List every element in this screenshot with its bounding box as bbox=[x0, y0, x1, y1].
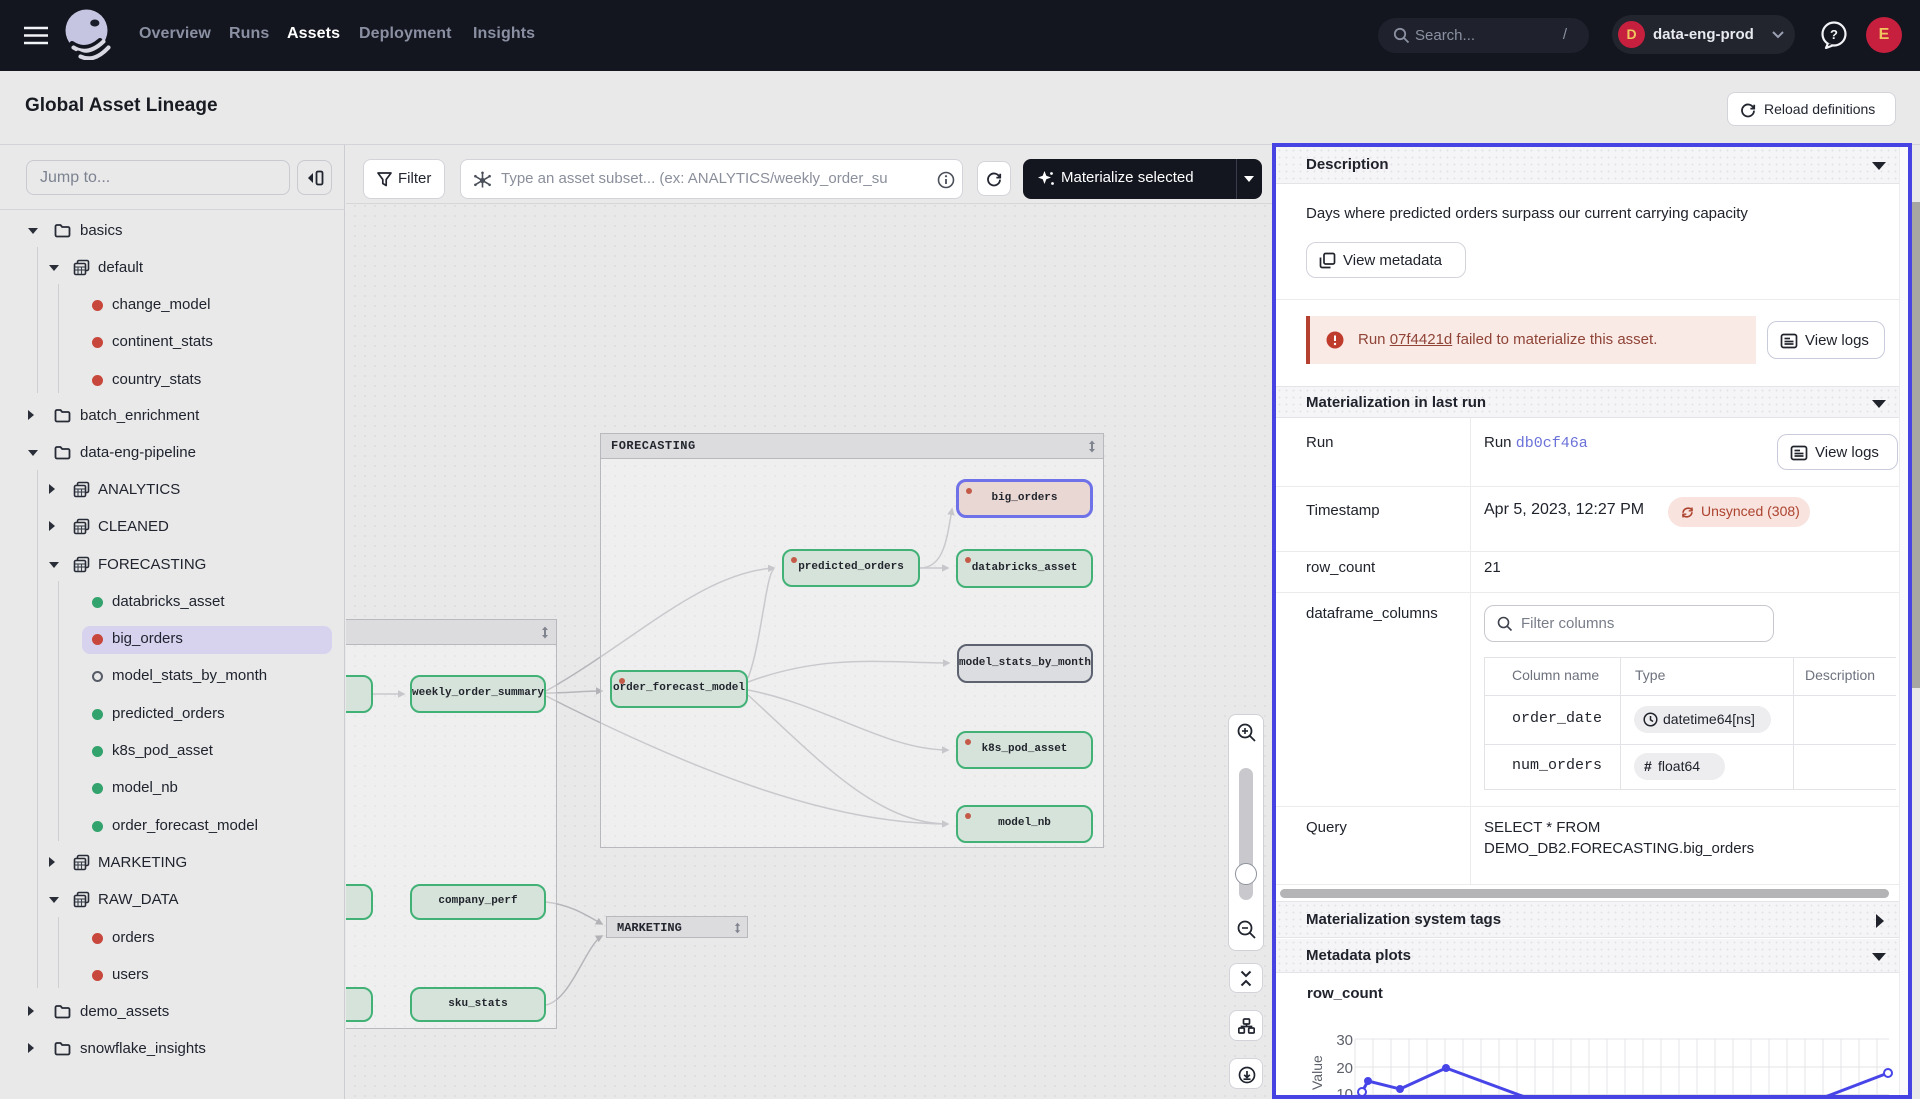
svg-text:Value: Value bbox=[1309, 1055, 1325, 1090]
svg-text:10: 10 bbox=[1336, 1086, 1353, 1095]
svg-text:?: ? bbox=[1830, 27, 1838, 42]
svg-text:20: 20 bbox=[1336, 1060, 1353, 1077]
svg-text:30: 30 bbox=[1336, 1032, 1353, 1049]
